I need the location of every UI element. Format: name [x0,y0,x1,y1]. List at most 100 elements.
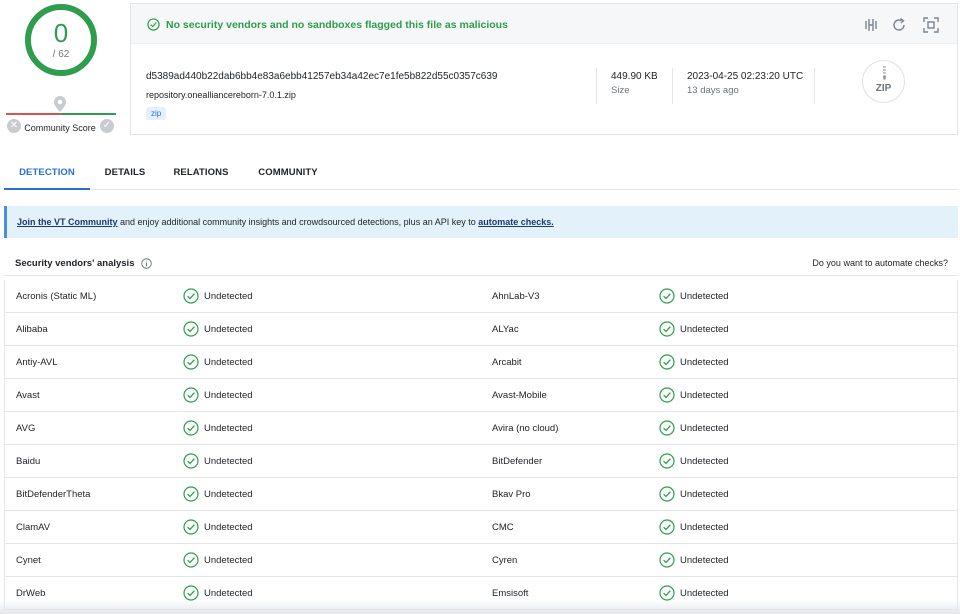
table-row: ClamAV Undetected CMC Undetected [5,511,957,544]
detection-status: Undetected [204,324,253,335]
file-size-label: Size [611,85,630,96]
vendor-name: Alibaba [16,324,48,335]
undetected-check-icon [659,552,675,568]
table-row: AVG Undetected Avira (no cloud) Undetected [5,412,957,445]
undetected-check-icon [183,354,199,370]
undetected-check-icon [183,453,199,469]
vote-harmless-negative-icon[interactable]: ✕ [7,119,21,133]
detection-status: Undetected [680,324,729,335]
similar-icon[interactable] [923,17,939,33]
detection-status: Undetected [204,588,253,599]
vendor-name: ClamAV [16,522,51,533]
detection-status: Undetected [204,555,253,566]
undetected-check-icon [659,288,675,304]
vendors-table: Acronis (Static ML) Undetected AhnLab-V3 Un… [4,280,958,610]
undetected-check-icon [659,321,675,337]
file-size: 449.90 KB [611,71,658,82]
vendor-name: CMC [492,522,514,533]
tab-detection[interactable]: DETECTION [4,156,90,190]
detection-status: Undetected [204,489,253,500]
community-notice: Join the VT Community and enjoy addition… [4,206,958,238]
detection-status: Undetected [680,423,729,434]
detection-status: Undetected [680,522,729,533]
table-row: Baidu Undetected BitDefender Undetected [5,445,957,478]
undetected-check-icon [183,519,199,535]
vendor-name: Arcabit [492,357,522,368]
verdict-banner: No security vendors and no sandboxes fla… [131,4,957,44]
table-row: Alibaba Undetected ALYac Undetected [5,313,957,346]
table-row: DrWeb Undetected Emsisoft Undetected [5,577,957,610]
detection-score-widget: 0 / 62 ✕ Community Score ✓ [0,0,124,140]
vote-harmless-positive-icon[interactable]: ✓ [100,119,114,133]
vendor-name: BitDefender [492,456,543,467]
analysis-date: 2023-04-25 02:23:20 UTC [687,71,804,82]
vendor-name: DrWeb [16,588,46,599]
file-type-label: ZIP [875,83,892,94]
verdict-text: No security vendors and no sandboxes fla… [166,19,508,31]
detection-status: Undetected [204,390,253,401]
vendors-title: Security vendors' analysis [15,258,135,269]
vendor-name: ALYac [492,324,519,335]
vendor-name: Acronis (Static ML) [16,291,97,302]
vendor-name: AVG [16,423,36,434]
undetected-check-icon [659,453,675,469]
vendor-name: Avast [16,390,40,401]
undetected-check-icon [183,552,199,568]
community-score-bar [6,113,116,115]
detection-status: Undetected [204,357,253,368]
undetected-check-icon [183,420,199,436]
detection-status: Undetected [680,291,729,302]
automate-checks-link[interactable]: automate checks. [478,217,554,227]
automate-checks-question[interactable]: Do you want to automate checks? [812,258,948,268]
vendor-name: Baidu [16,456,41,467]
file-name: repository.onealliancereborn-7.0.1.zip [146,90,296,100]
community-score-label: Community Score [24,123,96,133]
detection-count: 0 [53,18,69,48]
info-icon[interactable] [141,258,152,269]
notice-text: and enjoy additional community insights … [117,217,479,227]
file-tag[interactable]: zip [146,107,167,120]
file-info-card: No security vendors and no sandboxes fla… [130,3,958,135]
undetected-check-icon [659,387,675,403]
table-row: Antiy-AVL Undetected Arcabit Undetected [5,346,957,379]
vendor-name: Antiy-AVL [16,357,58,368]
undetected-check-icon [659,519,675,535]
table-row: Cynet Undetected Cyren Undetected [5,544,957,577]
report-tabs: DETECTION DETAILS RELATIONS COMMUNITY [4,156,958,190]
undetected-check-icon [183,288,199,304]
table-row: Acronis (Static ML) Undetected AhnLab-V3 Un… [5,280,957,313]
table-row: Avast Undetected Avast-Mobile Undetected [5,379,957,412]
table-row: BitDefenderTheta Undetected Bkav Pro Undete… [5,478,957,511]
reanalyze-icon[interactable] [891,17,907,33]
zipper-icon [883,66,886,80]
vendor-name: Avira (no cloud) [492,423,559,434]
detection-total: / 62 [52,49,70,60]
undetected-check-icon [183,585,199,601]
vendor-name: Cynet [16,555,41,566]
detection-status: Undetected [204,423,253,434]
join-community-link[interactable]: Join the VT Community [17,217,118,227]
undetected-check-icon [659,420,675,436]
detection-status: Undetected [680,456,729,467]
vendor-name: Bkav Pro [492,489,531,500]
detection-status: Undetected [204,291,253,302]
undetected-check-icon [183,321,199,337]
file-type-badge: ZIP [862,60,905,103]
tab-relations[interactable]: RELATIONS [166,156,236,190]
compare-icon[interactable] [863,17,879,33]
detection-status: Undetected [204,456,253,467]
undetected-check-icon [659,585,675,601]
check-circle-icon [147,18,160,31]
analysis-date-ago: 13 days ago [687,85,739,96]
vendor-name: Emsisoft [492,588,529,599]
tab-community[interactable]: COMMUNITY [250,156,326,190]
detection-status: Undetected [680,489,729,500]
vendors-section-header: Security vendors' analysis Do you want t… [4,252,958,276]
tab-details[interactable]: DETAILS [96,156,154,190]
vendor-name: Avast-Mobile [492,390,547,401]
file-hash[interactable]: d5389ad440b22dab6bb4e83a6ebb41257eb34a42… [146,71,497,82]
detection-status: Undetected [680,555,729,566]
detection-status: Undetected [680,588,729,599]
undetected-check-icon [659,486,675,502]
detection-status: Undetected [680,390,729,401]
